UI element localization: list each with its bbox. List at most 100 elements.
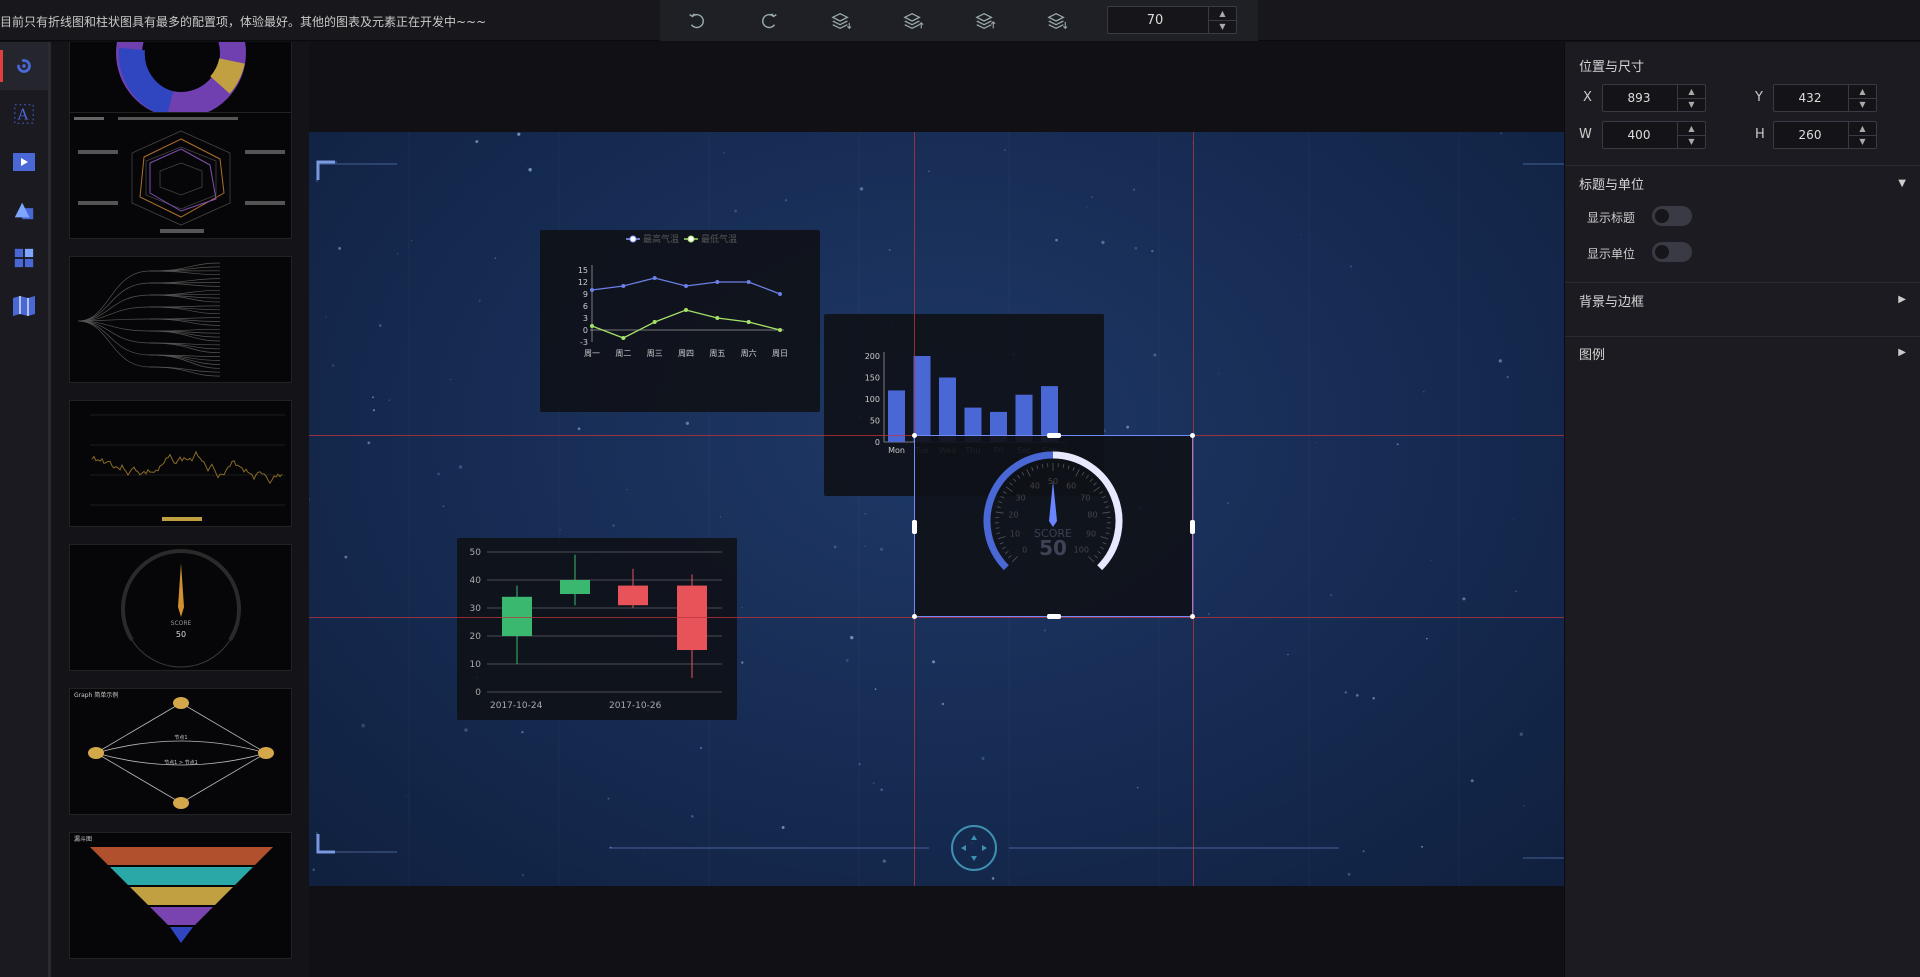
layer-bottom-button[interactable] — [1040, 4, 1074, 38]
nav-chart[interactable] — [0, 42, 48, 90]
resize-handle-bl[interactable] — [912, 614, 917, 619]
zoom-stepper: ▲ ▼ — [1107, 6, 1237, 34]
resize-handle-tl[interactable] — [912, 433, 917, 438]
x-input[interactable] — [1603, 85, 1675, 111]
nav-media[interactable] — [0, 138, 48, 186]
layer-bottom-icon — [1047, 12, 1068, 29]
w-up-button[interactable]: ▲ — [1678, 122, 1705, 136]
shape-nav-icon — [14, 202, 34, 220]
text-nav-icon: A — [14, 104, 34, 124]
x-tick-label: 周三 — [647, 349, 663, 358]
collapse-arrow-icon[interactable]: ▼ — [1898, 178, 1906, 189]
notice-text: 目前只有折线图和柱状图具有最多的配置项，体验最好。其他的图表及元素正在开发中~~… — [0, 15, 487, 29]
x-up-button[interactable]: ▲ — [1678, 85, 1705, 99]
expand-arrow-icon[interactable]: ▶ — [1898, 294, 1906, 305]
star-dot — [1287, 653, 1289, 656]
h-down-button[interactable]: ▼ — [1849, 136, 1876, 149]
nav-map[interactable] — [0, 282, 48, 330]
series-low-point — [621, 336, 626, 340]
star-dot — [845, 658, 849, 662]
y-input[interactable] — [1774, 85, 1846, 111]
star-dot — [607, 797, 610, 800]
thumbnail-scrollbar[interactable] — [48, 42, 51, 977]
series-high-point — [621, 284, 626, 288]
expand-arrow-icon[interactable]: ▶ — [1898, 347, 1906, 358]
zoom-down-button[interactable]: ▼ — [1209, 21, 1236, 34]
thumb-gauge[interactable]: SCORE 50 — [69, 544, 292, 671]
star-dot — [874, 688, 877, 690]
legend-section-header[interactable]: 图例 — [1579, 344, 1605, 363]
legend-marker-low — [687, 235, 695, 243]
star-dot — [1355, 694, 1359, 697]
y-tick-label: 50 — [870, 417, 880, 426]
scroll-control[interactable] — [951, 825, 997, 871]
w-input[interactable] — [1603, 122, 1675, 148]
undo-button[interactable] — [680, 4, 714, 38]
thumb-radar[interactable] — [69, 112, 292, 239]
resize-handle-tr[interactable] — [1190, 433, 1195, 438]
x-down-button[interactable]: ▼ — [1678, 99, 1705, 112]
nav-text[interactable]: A — [0, 90, 48, 138]
nav-shape[interactable] — [0, 186, 48, 234]
star-dot — [734, 209, 737, 213]
star-dot — [1347, 872, 1351, 876]
x-tick-label: Mon — [888, 446, 905, 455]
layer-up-button[interactable] — [896, 4, 930, 38]
resize-handle-left[interactable] — [912, 520, 917, 534]
bg-border-section-header[interactable]: 背景与边框 — [1579, 291, 1644, 310]
star-dot — [1350, 265, 1352, 268]
layer-up-icon — [903, 12, 924, 29]
redo-button[interactable] — [752, 4, 786, 38]
star-dot — [723, 152, 725, 154]
show-title-toggle[interactable] — [1652, 206, 1692, 226]
zoom-up-button[interactable]: ▲ — [1209, 7, 1236, 21]
star-dot — [396, 253, 399, 255]
x-tick-label: 周一 — [584, 349, 600, 358]
candlestick-chart-widget[interactable]: 50 40 30 20 10 0 2017-10-24 2017-10-26 — [457, 538, 737, 720]
dashboard-screen[interactable]: 最高气温 最低气温 15 12 9 6 3 0 -3 周一 周二 周三 周四 周五 周六 周日 200 150 1… — [309, 132, 1564, 886]
y-up-button[interactable]: ▲ — [1849, 85, 1876, 99]
chart-thumbnail-list: SCORE 50 Graph 简单示例 节点1 节点1 > 节点1 漏斗图 — [48, 42, 309, 977]
zoom-input[interactable] — [1108, 7, 1202, 33]
nav-component[interactable] — [0, 234, 48, 282]
h-input[interactable] — [1774, 122, 1846, 148]
thumb-funnel-chart: 漏斗图 — [74, 835, 273, 943]
show-title-label: 显示标题 — [1587, 211, 1636, 225]
title-unit-section-header[interactable]: 标题与单位 — [1579, 174, 1644, 193]
w-down-button[interactable]: ▼ — [1678, 136, 1705, 149]
resize-handle-right[interactable] — [1190, 520, 1195, 534]
thumb-funnel[interactable]: 漏斗图 — [69, 832, 292, 959]
thumb-graph[interactable]: Graph 简单示例 节点1 节点1 > 节点1 — [69, 688, 292, 815]
resize-handle-top[interactable] — [1047, 433, 1061, 438]
x-label: X — [1583, 90, 1592, 105]
star-dot — [850, 635, 854, 640]
star-dot — [1500, 132, 1503, 135]
candle-body — [618, 585, 648, 606]
resize-handle-bottom[interactable] — [1047, 614, 1061, 619]
star-dot — [520, 159, 522, 161]
y-down-button[interactable]: ▼ — [1849, 99, 1876, 112]
top-toolbar: 目前只有折线图和柱状图具有最多的配置项，体验最好。其他的图表及元素正在开发中~~… — [0, 0, 1920, 41]
x-tick-label: 周日 — [772, 349, 788, 358]
line-chart-widget[interactable]: 最高气温 最低气温 15 12 9 6 3 0 -3 周一 周二 周三 周四 周五 周六 周日 — [540, 230, 820, 412]
undo-icon — [689, 12, 704, 28]
divider-1 — [1565, 165, 1920, 166]
star-dot — [1344, 691, 1347, 694]
star-dot — [888, 248, 891, 252]
h-label: H — [1755, 127, 1765, 142]
h-up-button[interactable]: ▲ — [1849, 122, 1876, 136]
layer-down-button[interactable] — [824, 4, 858, 38]
thumb-kline[interactable] — [69, 400, 292, 527]
series-high-point — [590, 288, 594, 292]
star-dot — [858, 763, 861, 766]
show-unit-toggle[interactable] — [1652, 242, 1692, 262]
thumb-graph-edge2: 节点1 > 节点1 — [164, 760, 198, 766]
thumb-tree[interactable] — [69, 256, 292, 383]
y-tick-label: 15 — [578, 266, 588, 275]
legend-label-low: 最低气温 — [701, 233, 737, 245]
y-spin: ▲ ▼ — [1848, 85, 1876, 111]
layer-top-button[interactable] — [968, 4, 1002, 38]
star-dot — [741, 661, 744, 664]
star-dot — [521, 874, 524, 877]
resize-handle-br[interactable] — [1190, 614, 1195, 619]
